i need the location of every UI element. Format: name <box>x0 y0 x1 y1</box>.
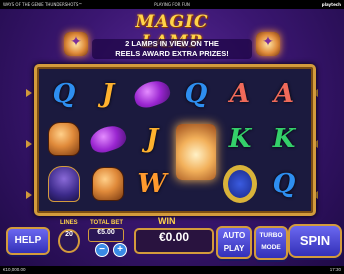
brand-logo: playtech <box>321 2 341 7</box>
turbo-label-line2: MODE <box>261 244 281 251</box>
ring-icon <box>223 165 257 203</box>
lines-value: 20 <box>58 229 80 253</box>
symbol-letter-a: A <box>229 79 251 109</box>
symbol-letter-j: J <box>101 79 115 109</box>
symbol-letter-k: K <box>228 124 252 154</box>
spin-button[interactable]: SPIN <box>288 224 342 258</box>
lamp-glow-icon <box>176 124 216 180</box>
turbo-label-line1: TURBO <box>259 232 283 239</box>
genie-icon <box>48 166 80 202</box>
help-button[interactable]: HELP <box>6 227 50 255</box>
reel-symbol-a: A <box>258 72 310 116</box>
auto-play-label-line2: PLAY <box>223 244 245 253</box>
turbo-mode-button[interactable]: TURBO MODE <box>254 226 288 260</box>
win-label: WIN <box>158 216 176 226</box>
symbol-letter-a: A <box>273 79 295 109</box>
reel-grid: QJJWQAKAKQ <box>42 72 308 208</box>
banner-line-2: REELS AWARD EXTRA PRIZES! <box>115 48 229 58</box>
reel-symbol-k: K <box>258 117 310 161</box>
lines-label: LINES <box>60 220 78 226</box>
play-mode-text: PLAYING FOR FUN <box>154 2 190 7</box>
total-bet-label: TOTAL BET <box>90 220 123 226</box>
sack-icon <box>87 122 129 156</box>
game-logo: MAGIC LAMP <box>135 12 209 52</box>
symbol-letter-q: Q <box>52 79 76 109</box>
sack-icon <box>131 77 173 111</box>
auto-play-button[interactable]: AUTO PLAY <box>216 226 252 259</box>
control-bar: HELP LINES 20 TOTAL BET €5.00 − + WIN €0… <box>0 212 344 266</box>
symbol-letter-j: J <box>145 124 159 154</box>
bottom-bar: €10,000.00 17:30 <box>0 266 344 274</box>
symbol-letter-k: K <box>272 124 296 154</box>
total-bet-value: €5.00 <box>88 228 124 242</box>
symbol-letter-w: W <box>137 169 167 199</box>
banner-line-1: 2 LAMPS IN VIEW ON THE <box>125 39 219 48</box>
top-bar: WAYS OF THE GENIE THUNDERSHOTS™ PLAYING … <box>0 0 344 9</box>
jar-icon <box>92 167 124 201</box>
increase-bet-button[interactable]: + <box>113 243 127 257</box>
jar-icon <box>48 122 80 156</box>
decrease-bet-button[interactable]: − <box>95 243 109 257</box>
balance-text: €10,000.00 <box>3 267 26 272</box>
symbol-letter-q: Q <box>272 169 296 199</box>
left-payline-markers <box>26 89 34 199</box>
lamp-left-icon: ✦ <box>64 32 88 56</box>
lamp-right-icon: ✦ <box>256 32 280 56</box>
reel-frame: QJJWQAKAKQ <box>34 64 316 216</box>
info-banner: 2 LAMPS IN VIEW ON THE REELS AWARD EXTRA… <box>92 39 252 59</box>
win-value: €0.00 <box>134 228 214 254</box>
auto-play-label-line1: AUTO <box>222 231 246 240</box>
symbol-letter-q: Q <box>184 79 208 109</box>
clock-text: 17:30 <box>329 267 341 272</box>
reel-symbol-q: Q <box>258 162 310 206</box>
